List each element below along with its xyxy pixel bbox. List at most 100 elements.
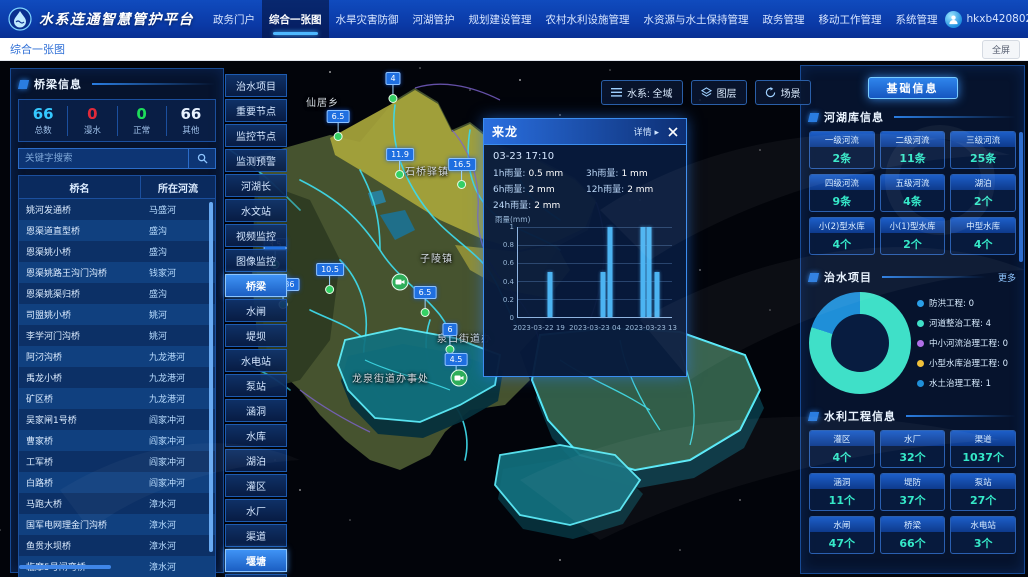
more-link[interactable]: 更多 bbox=[998, 271, 1016, 284]
metric-label: 6h雨量: bbox=[493, 185, 525, 195]
table-row[interactable]: 姚河发通桥 马盛河 bbox=[19, 199, 215, 220]
breadcrumb[interactable]: 综合一张图 bbox=[0, 41, 65, 57]
nav-item[interactable]: 政务管理 bbox=[756, 0, 812, 38]
table-row[interactable]: 恩渠道直型桥 盛沟 bbox=[19, 220, 215, 241]
layer-menu-item[interactable]: 图像监控 bbox=[225, 249, 287, 272]
card-value: 32个 bbox=[881, 446, 945, 467]
layer-menu-item[interactable]: 水电站 bbox=[225, 349, 287, 372]
table-row[interactable]: 白路桥 阎家冲河 bbox=[19, 472, 215, 493]
layers-button[interactable]: 图层 bbox=[691, 80, 747, 105]
water-level-marker[interactable]: 4 bbox=[385, 72, 400, 103]
camera-marker[interactable] bbox=[451, 370, 468, 387]
layer-menu-item[interactable]: 重要节点 bbox=[225, 99, 287, 122]
table-row[interactable]: 恩渠姚渠归桥 盛沟 bbox=[19, 283, 215, 304]
layer-menu-item[interactable]: 视频监控 bbox=[225, 224, 287, 247]
scene-label: 场景 bbox=[781, 85, 801, 100]
nav-item[interactable]: 规划建设管理 bbox=[462, 0, 539, 38]
table-row[interactable]: 恩渠姚路王沟门沟桥 钱家河 bbox=[19, 262, 215, 283]
nav-item[interactable]: 政务门户 bbox=[206, 0, 262, 38]
card-value: 11个 bbox=[810, 489, 874, 510]
card-label: 小(2)型水库 bbox=[810, 218, 874, 233]
table-row[interactable]: 阿汈沟桥 九龙港河 bbox=[19, 346, 215, 367]
table-row[interactable]: 矿区桥 九龙港河 bbox=[19, 388, 215, 409]
layer-menu-item[interactable]: 水文站 bbox=[225, 199, 287, 222]
nav-item[interactable]: 河湖管护 bbox=[406, 0, 462, 38]
layer-menu-item[interactable]: 河湖长 bbox=[225, 174, 287, 197]
stat-label: 正常 bbox=[118, 124, 166, 136]
info-card: 五级河流 4条 bbox=[880, 174, 946, 212]
nav-item[interactable]: 移动工作管理 bbox=[812, 0, 889, 38]
water-level-marker[interactable]: 11.9 bbox=[386, 148, 414, 179]
table-row[interactable]: 曹家桥 阎家冲河 bbox=[19, 430, 215, 451]
nav-item[interactable]: 水旱灾害防御 bbox=[329, 0, 406, 38]
layer-menu-item[interactable]: 水厂 bbox=[225, 499, 287, 522]
table-row[interactable]: 国军电网理金门沟桥 漳水河 bbox=[19, 514, 215, 535]
card-label: 涵洞 bbox=[810, 474, 874, 489]
rain-bar bbox=[646, 227, 651, 317]
bridge-name-cell: 姚河发通桥 bbox=[19, 203, 140, 216]
marker-value: 4.5 bbox=[445, 353, 468, 366]
nav-item[interactable]: 水资源与水土保持管理 bbox=[637, 0, 756, 38]
marker-value: 6.5 bbox=[414, 286, 437, 299]
river-name-cell: 马盛河 bbox=[140, 203, 215, 216]
info-card: 堤防 37个 bbox=[880, 473, 946, 511]
layer-menu-item[interactable]: 泵站 bbox=[225, 374, 287, 397]
table-row[interactable]: 禹龙小桥 九龙港河 bbox=[19, 367, 215, 388]
table-row[interactable]: 司盟姚小桥 姚河 bbox=[19, 304, 215, 325]
project-section-header: 治水项目 更多 bbox=[801, 262, 1024, 290]
scene-button[interactable]: 场景 bbox=[755, 80, 811, 105]
nav-item[interactable]: 系统管理 bbox=[889, 0, 945, 38]
water-system-scope-button[interactable]: 水系: 全域 bbox=[601, 80, 683, 105]
layer-menu-item[interactable]: 水闸 bbox=[225, 299, 287, 322]
app-title: 水系连通智慧管护平台 bbox=[39, 9, 194, 29]
table-row[interactable]: 吴家闸1号桥 阎家冲河 bbox=[19, 409, 215, 430]
table-row[interactable]: 李学河门沟桥 姚河 bbox=[19, 325, 215, 346]
card-value: 4条 bbox=[881, 190, 945, 211]
fullscreen-button[interactable]: 全屏 bbox=[982, 40, 1020, 59]
legend-item: 防洪工程: 0 bbox=[917, 297, 1016, 309]
layer-menu-item[interactable]: 水库 bbox=[225, 424, 287, 447]
panel-scrollbar[interactable] bbox=[1019, 132, 1023, 262]
horizontal-scrollbar[interactable] bbox=[19, 565, 111, 569]
chart-plot-area bbox=[517, 227, 672, 318]
close-button[interactable] bbox=[668, 127, 678, 137]
search-button[interactable] bbox=[188, 148, 216, 169]
info-card: 灌区 4个 bbox=[809, 430, 875, 468]
camera-marker[interactable] bbox=[392, 274, 409, 291]
card-label: 泵站 bbox=[951, 474, 1015, 489]
water-level-marker[interactable]: 6.5 bbox=[327, 110, 350, 141]
rain-metric: 1h雨量:0.5 mm bbox=[493, 166, 584, 179]
stat-label: 其他 bbox=[167, 124, 215, 136]
search-input[interactable] bbox=[18, 148, 188, 169]
layer-menu-item[interactable]: 堰塘 bbox=[225, 549, 287, 572]
layer-menu-item[interactable]: 灌区 bbox=[225, 474, 287, 497]
layer-menu-item[interactable]: 涵洞 bbox=[225, 399, 287, 422]
base-info-button[interactable]: 基础信息 bbox=[868, 77, 958, 99]
nav-item[interactable]: 农村水利设施管理 bbox=[539, 0, 637, 38]
camera-icon bbox=[455, 375, 464, 382]
table-row[interactable]: 工军桥 阎家冲河 bbox=[19, 451, 215, 472]
nav-item[interactable]: 综合一张图 bbox=[262, 0, 329, 38]
card-value: 1037个 bbox=[951, 446, 1015, 467]
water-level-marker[interactable]: 10.5 bbox=[316, 263, 344, 294]
layer-menu-item[interactable]: 桥梁 bbox=[225, 274, 287, 297]
layer-menu-item[interactable]: 监测预警 bbox=[225, 149, 287, 172]
layer-menu-item[interactable]: 湖泊 bbox=[225, 449, 287, 472]
table-row[interactable]: 恩渠姚小桥 盛沟 bbox=[19, 241, 215, 262]
water-level-marker[interactable]: 6 bbox=[442, 323, 457, 354]
map-stage: 仙居乡石桥驿镇子陵镇泉口街道办龙泉街道办事处 46.511.916.53.510… bbox=[0, 60, 1028, 577]
bridge-name-cell: 阿汈沟桥 bbox=[19, 350, 140, 363]
project-legend: 防洪工程: 0 河道整治工程: 4 中小河流治理工程: 0 小型 bbox=[917, 297, 1016, 389]
layer-menu-item[interactable]: 渠道 bbox=[225, 524, 287, 547]
layer-menu-item[interactable]: 监控节点 bbox=[225, 124, 287, 147]
table-row[interactable]: 马跑大桥 漳水河 bbox=[19, 493, 215, 514]
water-level-marker[interactable]: 16.5 bbox=[448, 158, 476, 189]
table-scrollbar[interactable] bbox=[209, 202, 213, 552]
layer-menu-item[interactable]: 治水项目 bbox=[225, 74, 287, 97]
card-label: 二级河流 bbox=[881, 132, 945, 147]
user-menu[interactable]: hkxb42080201 bbox=[945, 11, 1028, 28]
water-level-marker[interactable]: 6.5 bbox=[414, 286, 437, 317]
detail-link[interactable]: 详情 bbox=[634, 125, 659, 138]
layer-menu-item[interactable]: 堤坝 bbox=[225, 324, 287, 347]
table-row[interactable]: 鱼贯水坝桥 漳水河 bbox=[19, 535, 215, 556]
